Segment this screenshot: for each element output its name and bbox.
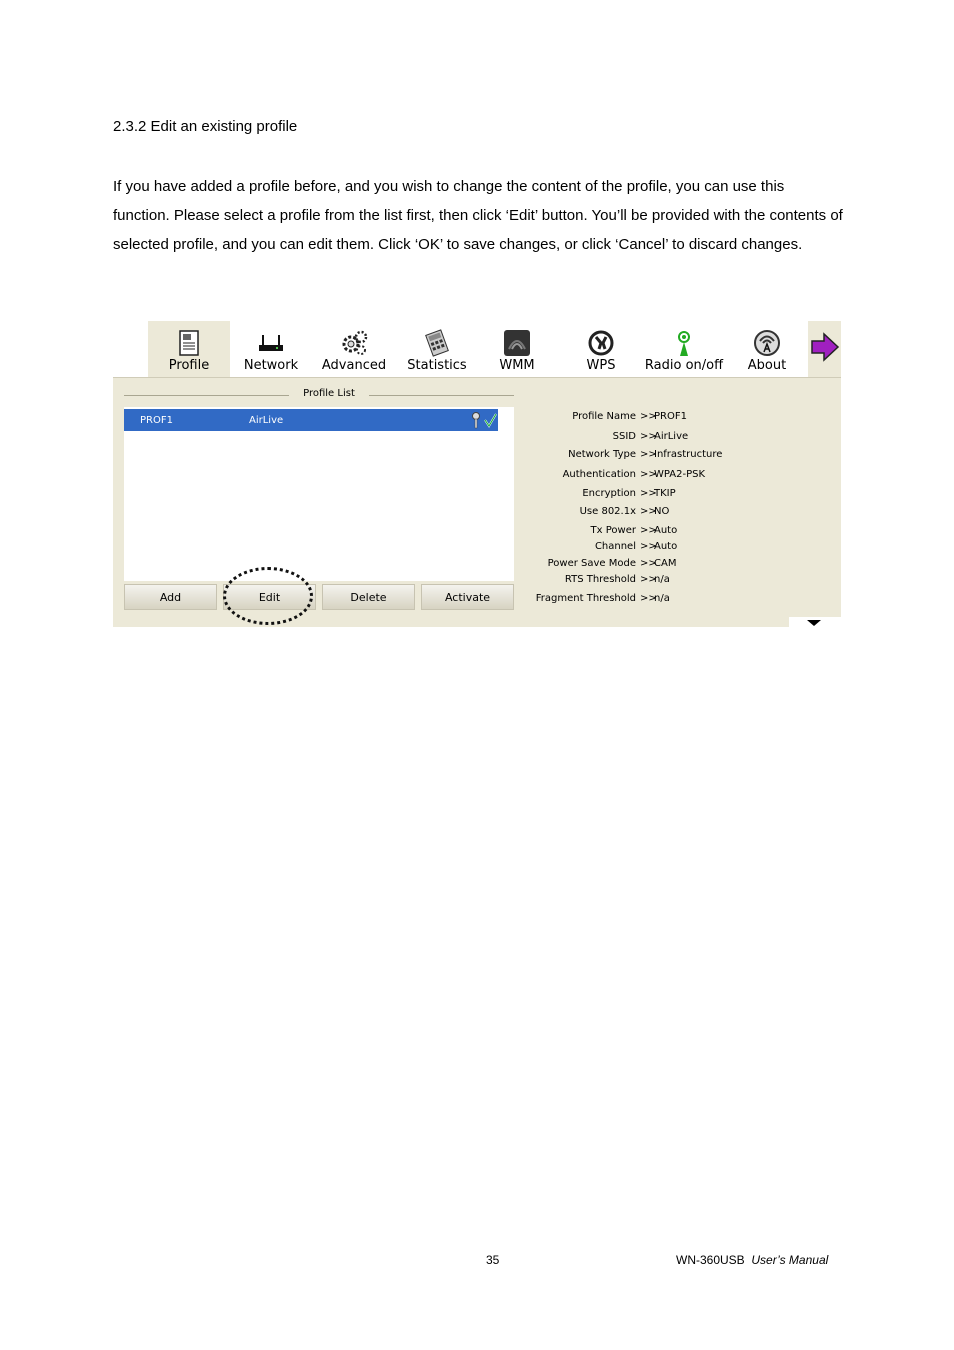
profile-list[interactable]: PROF1 AirLive — [124, 407, 514, 581]
detail-row: Power Save Mode >> CAM — [518, 558, 838, 572]
section-heading: 2.3.2 Edit an existing profile — [113, 118, 298, 135]
detail-row: Encryption >> TKIP — [518, 488, 838, 502]
calculator-icon — [425, 329, 449, 357]
profile-ssid: AirLive — [249, 415, 284, 426]
tab-wps[interactable]: WPS — [568, 321, 634, 377]
tab-radio-on-off[interactable]: Radio on/off — [639, 321, 729, 377]
detail-value: n/a — [654, 593, 670, 604]
chevron-down-icon — [807, 620, 821, 626]
qos-icon — [504, 330, 530, 356]
tab-statistics[interactable]: Statistics — [402, 321, 472, 377]
delete-button[interactable]: Delete — [322, 584, 415, 610]
detail-key: Fragment Threshold — [535, 593, 636, 604]
detail-key: Encryption — [582, 488, 636, 499]
detail-value: WPA2-PSK — [654, 469, 706, 480]
detail-key: Network Type — [568, 449, 636, 460]
tab-advanced-label: Advanced — [321, 358, 387, 373]
manual-title: WN-360USB User’s Manual — [676, 1253, 828, 1267]
page-number: 35 — [486, 1253, 500, 1267]
tab-about[interactable]: About — [739, 321, 795, 377]
add-button[interactable]: Add — [124, 584, 217, 610]
gears-icon — [342, 330, 368, 355]
detail-key: Channel — [594, 541, 636, 552]
toolbar: Profile Network Advanced Statistics WMM … — [113, 321, 808, 377]
detail-row: Tx Power >> Auto — [518, 525, 838, 539]
detail-value: Auto — [654, 541, 678, 552]
detail-key: SSID — [612, 431, 636, 442]
tab-wps-label: WPS — [586, 358, 616, 373]
tab-profile[interactable]: Profile — [148, 321, 230, 377]
manual-label: User’s Manual — [751, 1253, 829, 1267]
radio-icon — [678, 331, 690, 356]
tab-network-label: Network — [243, 358, 299, 373]
profile-list-title: Profile List — [124, 388, 514, 402]
profile-icon — [179, 330, 199, 356]
wps-icon — [588, 330, 614, 356]
detail-value: n/a — [654, 574, 670, 585]
detail-row: Channel >> Auto — [518, 541, 838, 555]
tab-wmm[interactable]: WMM — [485, 321, 549, 377]
about-icon — [754, 330, 780, 356]
detail-value: NO — [654, 506, 670, 517]
utility-screenshot: Profile Network Advanced Statistics WMM … — [113, 321, 841, 627]
detail-key: Tx Power — [590, 525, 636, 536]
detail-value: PROF1 — [654, 411, 687, 422]
detail-row: Authentication >> WPA2-PSK — [518, 469, 838, 483]
tab-network[interactable]: Network — [235, 321, 307, 377]
activate-button[interactable]: Activate — [421, 584, 514, 610]
tab-profile-label: Profile — [168, 358, 210, 373]
detail-key: RTS Threshold — [564, 574, 636, 585]
detail-row: Fragment Threshold >> n/a — [518, 593, 838, 607]
tab-statistics-label: Statistics — [407, 358, 467, 373]
edit-highlight-circle — [223, 567, 313, 625]
detail-value: Infrastructure — [654, 449, 723, 460]
body-paragraph: If you have added a profile before, and … — [113, 178, 843, 253]
detail-value: Auto — [654, 525, 678, 536]
detail-key: Authentication — [562, 469, 636, 480]
detail-row: Use 802.1x >> NO — [518, 506, 838, 520]
detail-row: Profile Name >> PROF1 — [518, 411, 838, 425]
network-router-icon — [259, 335, 283, 351]
active-hand-icon — [484, 413, 497, 428]
detail-row: RTS Threshold >> n/a — [518, 574, 838, 588]
tab-wmm-label: WMM — [499, 358, 535, 373]
detail-row: SSID >> AirLive — [518, 431, 838, 445]
detail-row: Network Type >> Infrastructure — [518, 449, 838, 463]
detail-value: TKIP — [654, 488, 676, 499]
next-page-arrow-icon[interactable] — [810, 331, 840, 363]
detail-key: Profile Name — [572, 411, 636, 422]
profile-name: PROF1 — [140, 415, 173, 426]
tab-about-label: About — [747, 358, 787, 373]
detail-value: CAM — [654, 558, 677, 569]
detail-key: Power Save Mode — [547, 558, 636, 569]
tab-advanced[interactable]: Advanced — [318, 321, 390, 377]
key-icon — [472, 412, 480, 429]
tab-radio-label: Radio on/off — [644, 358, 724, 373]
expand-button[interactable] — [789, 617, 841, 627]
profile-row[interactable]: PROF1 AirLive — [124, 409, 498, 431]
detail-value: AirLive — [654, 431, 689, 442]
product-name: WN-360USB — [676, 1253, 745, 1267]
detail-key: Use 802.1x — [579, 506, 636, 517]
